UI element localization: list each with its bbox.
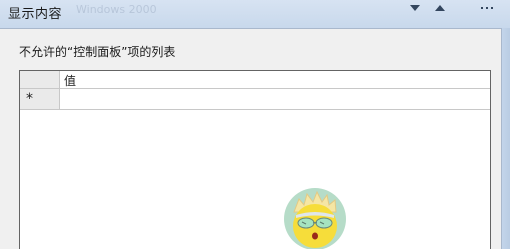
grid-header-row: 值: [20, 71, 490, 89]
values-grid[interactable]: 值 *: [19, 70, 491, 249]
window-title: 显示内容: [8, 7, 63, 22]
dialog-client-area: 不允许的“控制面板”项的列表 值 *: [0, 28, 502, 249]
list-label: 不允许的“控制面板”项的列表: [19, 45, 176, 59]
triangle-up-icon: [435, 5, 445, 11]
dialog-window: 显示内容 Windows 2000 不允许的“控制面板”项的列表 值 *: [0, 0, 510, 249]
table-row[interactable]: *: [20, 89, 490, 110]
triangle-down-icon: [410, 5, 420, 11]
grid-corner-cell: [20, 71, 60, 88]
title-bar[interactable]: 显示内容 Windows 2000: [0, 0, 510, 28]
window-frame-right: [502, 28, 510, 249]
ellipsis-icon: [481, 7, 493, 9]
more-button[interactable]: [474, 0, 500, 16]
window-title-ghost: Windows 2000: [76, 3, 157, 16]
value-cell[interactable]: [61, 89, 489, 109]
column-header-value[interactable]: 值: [64, 72, 76, 89]
new-row-marker: *: [20, 89, 60, 109]
cartoon-avatar-watermark: [284, 188, 346, 249]
scroll-down-button[interactable]: [407, 0, 423, 16]
scroll-up-button[interactable]: [432, 0, 448, 16]
